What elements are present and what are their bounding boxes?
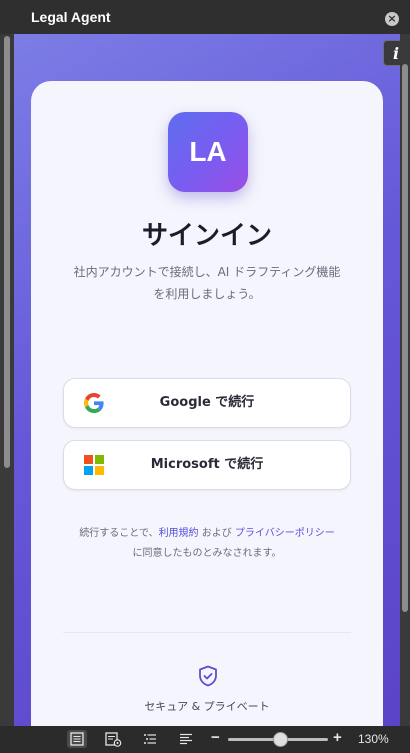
window-title: Legal Agent [31, 9, 111, 25]
text-align-icon[interactable] [176, 730, 196, 748]
description-line-2: を利用しましょう。 [153, 287, 261, 301]
terms-suffix: に同意したものとみなされます。 [132, 548, 282, 559]
zoom-level: 130% [358, 732, 389, 746]
left-scrollbar[interactable] [0, 34, 14, 726]
google-signin-label: Google で続行 [159, 395, 255, 410]
page-view-icon[interactable] [67, 730, 87, 748]
terms-notice: 続行することで、利用規約 および プライバシーポリシー に同意したものとみなされ… [47, 524, 367, 564]
page-settings-icon[interactable] [103, 730, 123, 748]
signin-description: 社内アカウントで接続し、AI ドラフティング機能 を利用しましょう。 [55, 261, 359, 305]
signin-card: LA サインイン 社内アカウントで接続し、AI ドラフティング機能 を利用しまし… [31, 81, 383, 726]
panel-content: LA サインイン 社内アカウントで接続し、AI ドラフティング機能 を利用しまし… [14, 34, 400, 726]
close-icon[interactable]: × [385, 12, 399, 26]
microsoft-signin-label: Microsoft で続行 [150, 457, 264, 472]
zoom-in-button[interactable]: + [333, 729, 342, 746]
zoom-slider-thumb[interactable] [272, 732, 288, 747]
right-scrollbar[interactable] [400, 34, 410, 726]
app-logo: LA [168, 112, 248, 192]
divider [63, 632, 351, 633]
status-bar: − + 130% [0, 726, 410, 753]
shield-check-icon [199, 665, 217, 687]
terms-of-service-link[interactable]: 利用規約 [159, 528, 199, 539]
right-scrollbar-thumb[interactable] [402, 64, 408, 612]
terms-prefix: 続行することで、 [79, 528, 159, 539]
terms-conjunction: および [198, 528, 235, 539]
title-bar: Legal Agent × [0, 0, 410, 34]
feature-label-secure: セキュア & プライベート [144, 700, 270, 713]
terms-line-1: 続行することで、利用規約 および プライバシーポリシー [47, 524, 367, 544]
zoom-slider[interactable] [228, 732, 328, 747]
privacy-policy-link[interactable]: プライバシーポリシー [235, 528, 335, 539]
microsoft-signin-button[interactable]: Microsoft で続行 [63, 440, 351, 490]
page-title: サインイン [141, 221, 272, 251]
outline-list-icon[interactable] [140, 730, 160, 748]
description-line-1: 社内アカウントで接続し、AI ドラフティング機能 [73, 265, 341, 279]
left-scrollbar-thumb[interactable] [4, 36, 10, 468]
google-signin-button[interactable]: Google で続行 [63, 378, 351, 428]
zoom-out-button[interactable]: − [211, 729, 220, 746]
